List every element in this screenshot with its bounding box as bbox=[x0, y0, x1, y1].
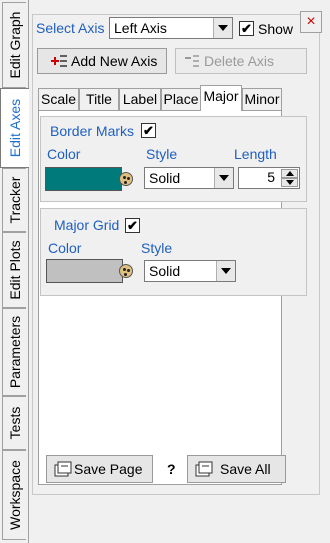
major-grid-style-value: Solid bbox=[149, 263, 181, 279]
major-grid-color-label: Color bbox=[48, 240, 82, 256]
tab-minor[interactable]: Minor bbox=[242, 88, 282, 110]
tab-label: Place bbox=[163, 91, 199, 107]
major-grid-style-select[interactable]: Solid bbox=[144, 260, 236, 282]
tab-major[interactable]: Major bbox=[200, 85, 242, 111]
major-grid-checkbox[interactable]: ✔ bbox=[125, 218, 140, 233]
tab-label: Scale bbox=[40, 91, 77, 107]
border-marks-length-value: 5 bbox=[267, 169, 275, 185]
border-marks-style-value: Solid bbox=[149, 170, 181, 186]
major-grid-style-label: Style bbox=[141, 240, 173, 256]
side-tab-label: Parameters bbox=[6, 315, 23, 389]
axis-select[interactable]: Left Axis bbox=[109, 17, 233, 39]
select-axis-label: Select Axis bbox=[36, 20, 105, 36]
major-grid-color-swatch[interactable] bbox=[46, 259, 123, 283]
save-all-label: Save All bbox=[220, 461, 271, 477]
tab-label: Label bbox=[122, 91, 158, 107]
delete-axis-icon bbox=[185, 55, 199, 67]
save-icon bbox=[54, 461, 72, 477]
side-tab-label: Tests bbox=[6, 406, 23, 440]
help-button[interactable]: ? bbox=[167, 461, 176, 477]
border-marks-style-label: Style bbox=[146, 146, 178, 162]
palette-icon[interactable] bbox=[119, 172, 133, 186]
side-tab-edit-plots[interactable]: Edit Plots bbox=[2, 232, 26, 308]
save-all-button[interactable]: Save All bbox=[187, 455, 286, 483]
border-marks-length-label: Length bbox=[234, 146, 277, 162]
side-tab-edit-axes[interactable]: Edit Axes bbox=[0, 88, 29, 168]
add-axis-icon bbox=[51, 55, 67, 67]
border-marks-length-stepper[interactable]: 5 bbox=[238, 167, 300, 189]
side-tab-label: Edit Graph bbox=[6, 11, 23, 79]
major-grid-label: Major Grid bbox=[54, 217, 120, 233]
save-page-button[interactable]: Save Page bbox=[46, 455, 153, 483]
side-tab-label: Tracker bbox=[6, 176, 23, 224]
show-label: Show bbox=[258, 21, 294, 37]
tab-place[interactable]: Place bbox=[161, 88, 201, 110]
add-new-axis-button[interactable]: Add New Axis bbox=[37, 48, 167, 74]
chevron-down-icon[interactable] bbox=[213, 18, 232, 38]
tab-label: Title bbox=[86, 91, 112, 107]
side-tab-label: Edit Axes bbox=[7, 98, 23, 158]
border-marks-style-select[interactable]: Solid bbox=[144, 167, 234, 189]
tab-title[interactable]: Title bbox=[79, 88, 119, 110]
show-checkbox[interactable]: ✔ bbox=[239, 21, 254, 36]
tab-scale[interactable]: Scale bbox=[38, 88, 79, 110]
border-marks-color-swatch[interactable] bbox=[45, 167, 122, 191]
close-button[interactable]: × bbox=[300, 11, 322, 33]
delete-axis-label: Delete Axis bbox=[204, 53, 275, 69]
side-tab-edit-graph[interactable]: Edit Graph bbox=[2, 2, 26, 88]
axis-select-value: Left Axis bbox=[114, 20, 167, 36]
side-tab-tracker[interactable]: Tracker bbox=[2, 168, 26, 232]
side-tab-parameters[interactable]: Parameters bbox=[2, 308, 26, 396]
chevron-down-icon[interactable] bbox=[216, 261, 235, 281]
border-marks-checkbox[interactable]: ✔ bbox=[141, 123, 156, 138]
tab-label: Minor bbox=[244, 91, 280, 107]
chevron-down-icon[interactable] bbox=[214, 168, 233, 188]
spin-down-icon[interactable] bbox=[281, 178, 298, 187]
close-icon: × bbox=[306, 13, 316, 30]
spin-up-icon[interactable] bbox=[281, 169, 298, 178]
save-icon bbox=[195, 461, 213, 477]
save-page-label: Save Page bbox=[74, 461, 143, 477]
side-tab-label: Workspace bbox=[6, 460, 23, 530]
border-marks-label: Border Marks bbox=[50, 123, 135, 139]
border-marks-color-label: Color bbox=[47, 146, 81, 162]
tab-label: Major bbox=[203, 88, 239, 104]
tab-label[interactable]: Label bbox=[119, 88, 161, 110]
side-tab-label: Edit Plots bbox=[6, 240, 23, 300]
delete-axis-button[interactable]: Delete Axis bbox=[175, 48, 307, 74]
side-tab-workspace[interactable]: Workspace bbox=[2, 450, 26, 540]
side-tab-tests[interactable]: Tests bbox=[2, 396, 26, 450]
palette-icon[interactable] bbox=[119, 264, 133, 278]
side-tab-strip: Edit Graph Edit Axes Tracker Edit Plots … bbox=[0, 0, 29, 543]
add-new-axis-label: Add New Axis bbox=[71, 53, 158, 69]
